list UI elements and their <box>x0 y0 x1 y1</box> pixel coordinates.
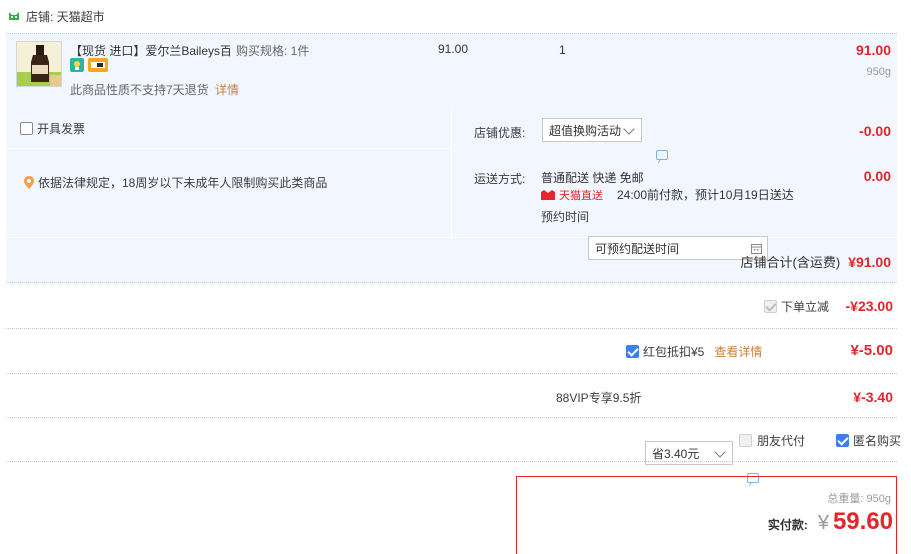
guarantee-badge-icon <box>70 58 84 72</box>
age-restriction-notice: 依据法律规定，18周岁以下未成年人限制购买此类商品 <box>24 174 327 191</box>
friend-pay-option[interactable]: 朋友代付 <box>739 432 805 449</box>
item-weight: 950g <box>866 66 891 78</box>
instant-discount-amount: -¥23.00 <box>845 298 893 314</box>
column-divider <box>451 106 452 237</box>
appointment-placeholder: 可预约配送时间 <box>595 241 680 256</box>
tmall-cat-icon <box>9 12 19 20</box>
unit-price: 91.00 <box>438 42 469 56</box>
product-thumbnail[interactable] <box>16 41 62 87</box>
shop-total-label: 店铺合计(含运费) <box>740 255 841 270</box>
actual-payment-label: 实付款: <box>767 518 808 532</box>
shop-discount-amount: -0.00 <box>859 123 891 139</box>
credit-card-badge-icon <box>88 58 108 72</box>
divider <box>6 461 897 462</box>
tmall-direct-badge: 天猫直送 <box>559 189 603 202</box>
red-packet-amount: ¥-5.00 <box>850 342 893 359</box>
shipping-method: 普通配送 快递 免邮 <box>541 171 644 185</box>
actual-payment: 实付款: ¥ 59.60 <box>768 508 893 536</box>
invoice-option[interactable]: 开具发票 <box>20 120 85 137</box>
anonymous-option[interactable]: 匿名购买 <box>836 432 901 449</box>
detail-link[interactable]: 详情 <box>215 83 239 97</box>
return-notice: 此商品性质不支持7天退货 详情 <box>70 81 239 98</box>
tmall-logo-icon <box>541 189 555 200</box>
red-packet-label: 红包抵扣¥5 <box>643 345 705 359</box>
invoice-label: 开具发票 <box>37 122 86 136</box>
shipping-label: 运送方式: <box>474 172 526 186</box>
delivery-info: 天猫直送 24:00前付款，预计10月19日送达 <box>541 186 794 203</box>
return-notice-text: 此商品性质不支持7天退货 <box>70 83 209 97</box>
total-weight-label: 总重量: <box>827 493 864 505</box>
divider <box>6 417 897 418</box>
shop-discount-value: 超值换购活动 <box>549 123 622 138</box>
product-title[interactable]: 【现货 进口】爱尔兰Baileys百... <box>70 42 230 59</box>
order-confirm-page: 店铺: 天猫超市 【现货 进口】爱尔兰Baileys百... 购买规格: 1件 … <box>0 0 911 554</box>
divider <box>6 328 897 329</box>
invoice-checkbox[interactable] <box>20 122 33 135</box>
chevron-down-icon <box>714 446 726 458</box>
location-pin-icon <box>24 176 34 189</box>
shipping-amount: 0.00 <box>863 168 891 184</box>
friend-pay-label: 朋友代付 <box>757 434 806 448</box>
appointment-label: 预约时间 <box>541 210 590 224</box>
row-divider <box>6 148 451 149</box>
anonymous-label: 匿名购买 <box>853 434 902 448</box>
divider <box>6 373 897 374</box>
item-subtotal: 91.00 <box>855 42 891 58</box>
instant-discount-checkbox <box>763 300 777 313</box>
delivery-eta: 24:00前付款，预计10月19日送达 <box>617 188 794 202</box>
chevron-down-icon <box>623 123 635 135</box>
currency-symbol: ¥ <box>817 512 829 534</box>
shop-total-amount: ¥91.00 <box>848 253 891 270</box>
shop-header: 店铺: 天猫超市 <box>8 8 105 24</box>
shop-discount-select[interactable]: 超值换购活动 <box>542 118 642 142</box>
red-packet-detail-link[interactable]: 查看详情 <box>714 343 762 360</box>
age-notice-text: 依据法律规定，18周岁以下未成年人限制购买此类商品 <box>38 176 328 190</box>
shop-discount-label: 店铺优惠: <box>474 126 526 140</box>
instant-discount-option: 下单立减 <box>763 298 829 315</box>
service-badges <box>70 58 108 72</box>
quantity: 1 <box>559 43 566 57</box>
red-packet-checkbox[interactable] <box>626 345 639 358</box>
vip-discount-amount: ¥-3.40 <box>853 389 893 405</box>
message-icon[interactable] <box>656 150 668 160</box>
friend-pay-checkbox[interactable] <box>739 434 752 447</box>
vip-discount-value: 省3.40元 <box>652 446 700 461</box>
shop-total: 店铺合计(含运费) ¥91.00 <box>741 252 892 271</box>
anonymous-checkbox[interactable] <box>836 434 849 447</box>
product-spec: 购买规格: 1件 <box>236 44 310 58</box>
baileys-bottle-image <box>17 42 61 86</box>
total-weight-value: 950g <box>866 493 891 505</box>
actual-payment-amount: 59.60 <box>832 508 893 535</box>
vip-label: 88VIP专享9.5折 <box>556 391 642 405</box>
shop-name[interactable]: 店铺: 天猫超市 <box>26 8 105 25</box>
total-weight: 总重量: 950g <box>827 490 891 506</box>
instant-discount-label: 下单立减 <box>780 300 829 314</box>
red-packet-option[interactable]: 红包抵扣¥5 查看详情 <box>626 343 762 360</box>
